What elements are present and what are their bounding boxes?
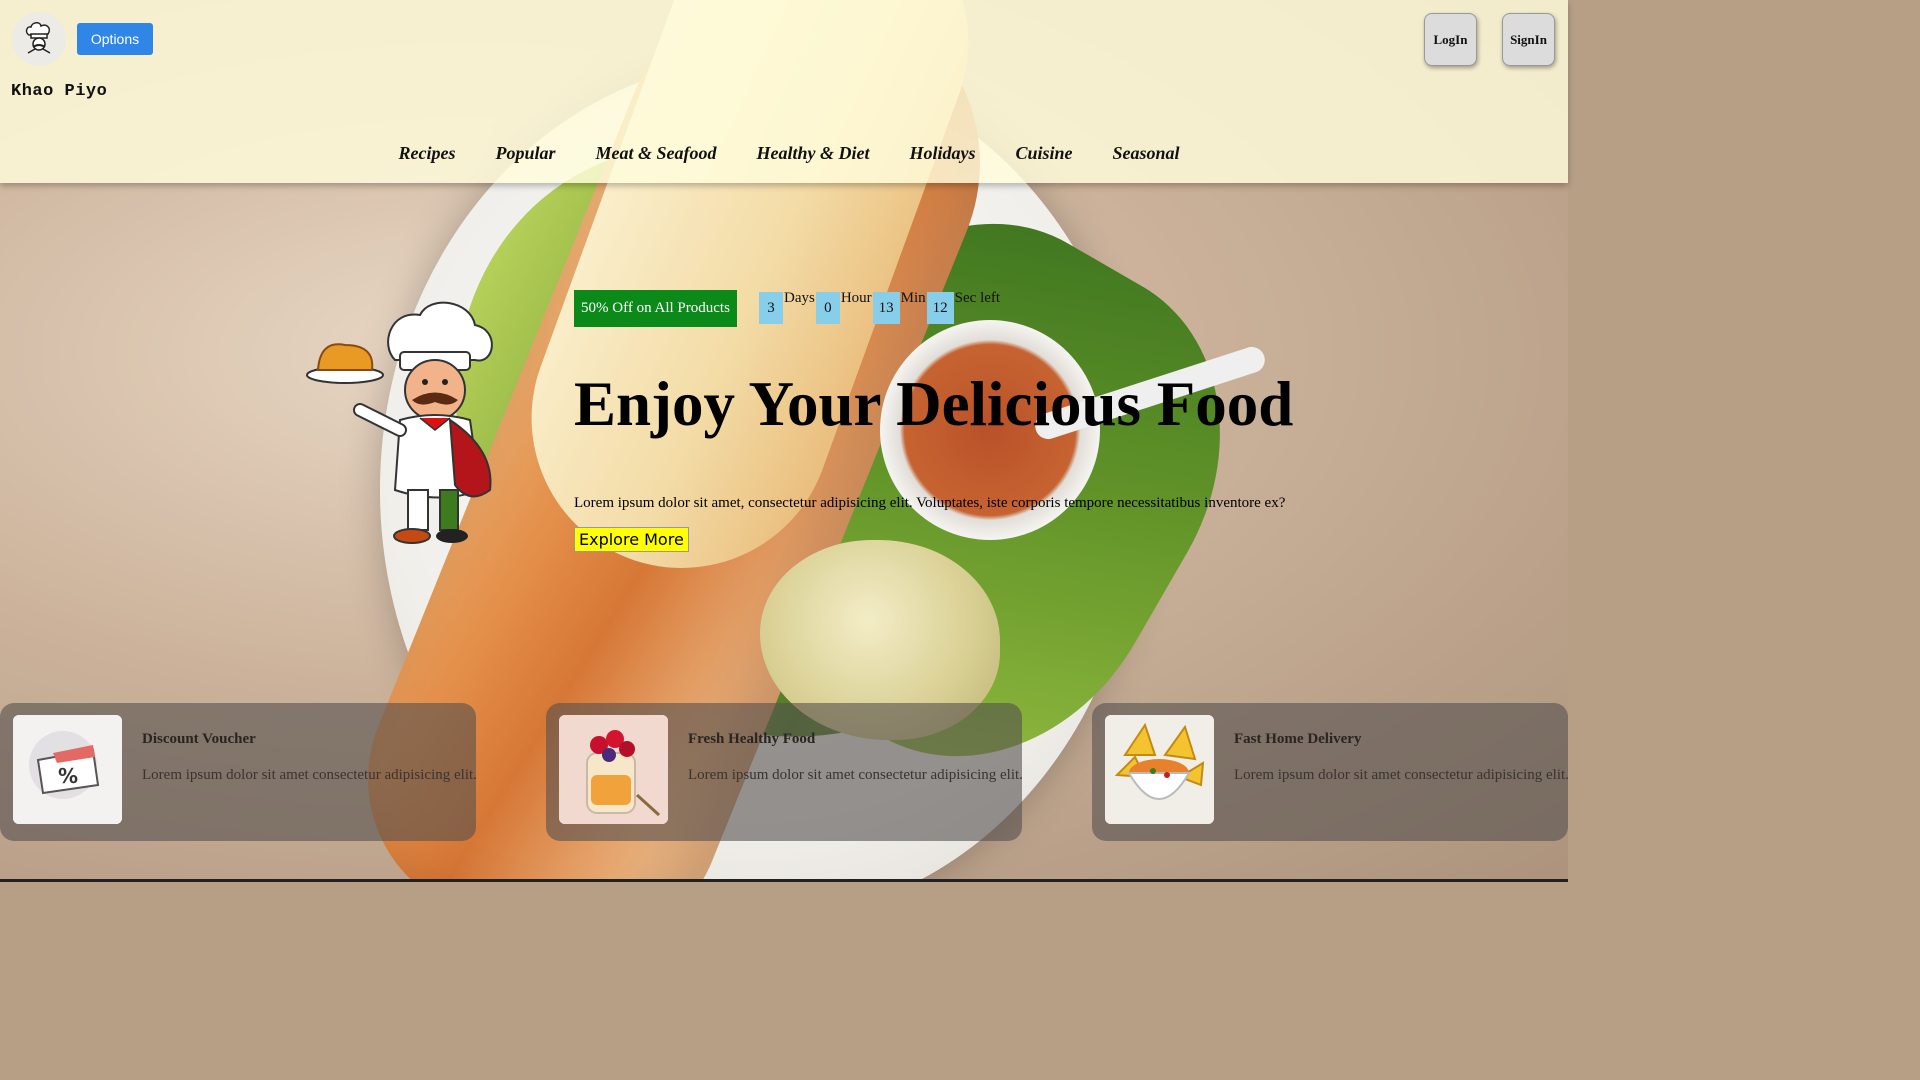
nav-item-meat-seafood[interactable]: Meat & Seafood — [595, 143, 716, 164]
chef-mascot-illustration — [300, 290, 500, 555]
timer-days-label: Days — [784, 290, 815, 306]
svg-text:%: % — [58, 764, 78, 788]
countdown-timer: 3 Days 0 Hour 13 Min 12 Sec left — [759, 290, 1001, 324]
timer-days-value: 3 — [759, 292, 783, 324]
nav-item-cuisine[interactable]: Cuisine — [1015, 143, 1072, 164]
feature-card-delivery[interactable]: Fast Home Delivery Lorem ipsum dolor sit… — [1092, 703, 1569, 841]
explore-more-button[interactable]: Explore More — [574, 527, 689, 552]
feature-card-discount[interactable]: % Discount Voucher Lorem ipsum dolor sit… — [0, 703, 477, 841]
nav-item-healthy-diet[interactable]: Healthy & Diet — [756, 143, 869, 164]
nav-item-recipes[interactable]: Recipes — [398, 143, 455, 164]
timer-seconds-value: 12 — [926, 292, 954, 324]
timer-hours-value: 0 — [815, 292, 840, 324]
timer-minutes-value: 13 — [872, 292, 900, 324]
feature-text: Lorem ipsum dolor sit amet consectetur a… — [688, 767, 1023, 783]
fruit-jar-icon — [559, 715, 668, 824]
discount-voucher-icon: % — [13, 715, 122, 824]
timer-seconds-label: Sec left — [954, 290, 1001, 306]
feature-text: Lorem ipsum dolor sit amet consectetur a… — [1234, 767, 1569, 783]
feature-title: Discount Voucher — [142, 731, 256, 747]
brand-name: Khao Piyo — [11, 82, 108, 101]
signin-button[interactable]: SignIn — [1502, 13, 1555, 66]
login-button[interactable]: LogIn — [1424, 13, 1477, 66]
options-button[interactable]: Options — [77, 23, 153, 55]
feature-title: Fast Home Delivery — [1234, 731, 1362, 747]
nav-item-holidays[interactable]: Holidays — [909, 143, 975, 164]
chef-logo-icon[interactable] — [12, 12, 66, 66]
feature-card-fresh-food[interactable]: Fresh Healthy Food Lorem ipsum dolor sit… — [546, 703, 1023, 841]
feature-title: Fresh Healthy Food — [688, 731, 816, 747]
feature-text: Lorem ipsum dolor sit amet consectetur a… — [142, 767, 477, 783]
offer-badge: 50% Off on All Products — [574, 290, 737, 327]
main-nav: Recipes Popular Meat & Seafood Healthy &… — [0, 143, 1568, 164]
bottom-divider — [0, 879, 1568, 882]
food-bowl-icon — [1105, 715, 1214, 824]
hero-description: Lorem ipsum dolor sit amet, consectetur … — [574, 495, 1286, 511]
nav-item-seasonal[interactable]: Seasonal — [1112, 143, 1179, 164]
site-header: Options Khao Piyo LogIn SignIn Recipes P… — [0, 0, 1568, 183]
hero-title: Enjoy Your Delicious Food — [574, 369, 1294, 439]
timer-hours-label: Hour — [840, 290, 872, 306]
timer-minutes-label: Min — [900, 290, 926, 306]
nav-item-popular[interactable]: Popular — [495, 143, 555, 164]
